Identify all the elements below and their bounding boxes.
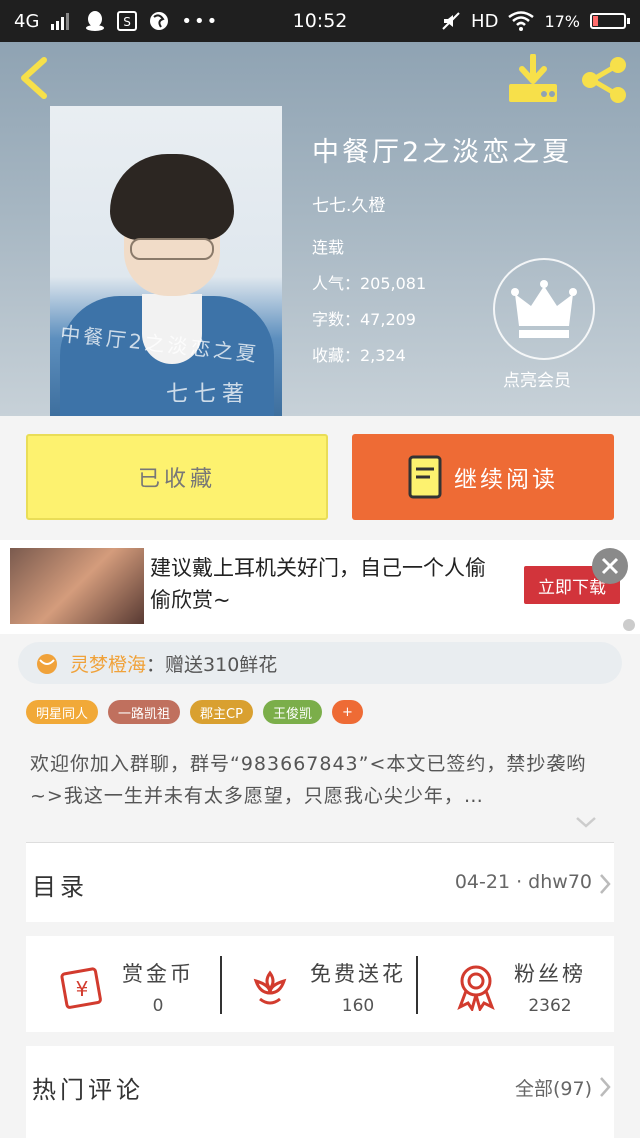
ad-text[interactable]: 建议戴上耳机关好门，自己一个人偷偷欣赏~ [150,552,500,616]
stat-value: 2362 [528,996,572,1016]
vip-crown-button[interactable] [493,258,595,360]
tag-add-button[interactable]: + [331,700,363,724]
stat-label: 粉丝榜 [514,962,586,986]
stat-free-flower[interactable]: 免费送花 160 [246,958,406,1016]
stat-fan-rank[interactable]: 粉丝榜 2362 [454,958,586,1016]
gift-bell-icon [37,654,57,674]
flower-icon [253,970,287,1005]
ad-close-button[interactable] [592,548,628,584]
book-icon [408,455,442,499]
more-icon: ••• [181,10,220,32]
comments-header[interactable]: 热门评论 全部(97) [26,1046,614,1138]
divider [220,956,222,1014]
share-icon[interactable] [578,54,630,106]
tag-item[interactable]: 一路凯祖 [108,700,181,724]
book-status: 连载 [312,238,345,257]
sogou-icon: S [117,11,138,31]
cover-figure-glasses [130,238,214,260]
ad-banner[interactable]: 建议戴上耳机关好门，自己一个人偷偷欣赏~ 立即下载 [0,540,640,634]
mute-icon [442,12,460,30]
expand-chevron-icon[interactable] [574,814,598,830]
book-header: 中餐厅2之淡恋之夏 七七著 中餐厅2之淡恋之夏 七七.久橙 连载 人气：205,… [0,42,640,416]
close-icon [601,557,619,575]
action-bar: 已收藏 继续阅读 [0,416,640,540]
comments-all-link[interactable]: 全部(97) [515,1074,592,1101]
stat-value: 160 [341,996,375,1016]
status-bar: 4G S ••• 10:52 HD 17% [0,0,640,42]
divider [416,956,418,1014]
gift-notice: 灵梦橙海 ：赠送310鲜花 [18,642,622,684]
favorited-button[interactable]: 已收藏 [26,434,328,520]
wifi-icon [508,11,535,31]
browser-icon [150,12,169,30]
continue-reading-label: 继续阅读 [454,467,558,493]
hd-label: HD [471,10,499,32]
ad-image[interactable] [10,548,144,624]
back-icon[interactable] [14,56,54,100]
gift-giver[interactable]: 灵梦橙海 [70,650,146,677]
vip-label[interactable]: 点亮会员 [503,366,571,391]
gift-text: ：赠送310鲜花 [146,653,278,676]
book-cover[interactable]: 中餐厅2之淡恋之夏 七七著 [50,106,282,416]
tag-item[interactable]: 明星同人 [26,700,99,724]
continue-reading-button[interactable]: 继续阅读 [352,434,614,520]
rank-medal-icon [457,965,495,1011]
stats-card: ¥ 赏金币 0 免费送花 160 粉丝榜 2362 [26,936,614,1032]
tag-item[interactable]: 王俊凯 [262,700,322,724]
battery-percent: 17% [544,11,580,31]
catalog-row[interactable]: 目录 04-21 · dhw70 [26,842,614,922]
cover-author-text: 七七著 [166,382,251,407]
favorited-label: 已收藏 [137,467,216,492]
cover-figure-hair [110,154,234,240]
stat-reward-coin[interactable]: ¥ 赏金币 0 [58,958,194,1016]
download-icon[interactable] [506,54,560,104]
qq-icon [86,11,105,31]
chevron-right-icon [600,874,611,894]
stat-value: 0 [152,996,164,1016]
battery-fill [593,16,598,26]
network-label: 4G [14,10,40,32]
signal-icon [51,13,70,30]
svg-text:¥: ¥ [76,977,89,1001]
crown-icon [511,280,577,338]
reward-coin-icon: ¥ [60,967,102,1009]
catalog-title: 目录 [32,873,88,901]
battery-icon [590,13,630,29]
chevron-right-icon [600,1077,611,1097]
stat-label: 赏金币 [122,962,194,986]
ad-mark-icon [623,619,635,631]
tag-list: 明星同人 一路凯祖 郡主CP 王俊凯 + [26,700,363,724]
tag-item[interactable]: 郡主CP [190,700,253,724]
stat-label: 免费送花 [310,962,406,986]
comments-title: 热门评论 [32,1076,144,1104]
book-description[interactable]: 欢迎你加入群聊，群号“983667843”<本文已签约，禁抄袭哟~>我这一生并未… [30,748,606,812]
book-author[interactable]: 七七.久橙 [312,191,572,216]
book-title: 中餐厅2之淡恋之夏 [312,137,573,168]
svg-text:S: S [124,15,132,29]
catalog-latest: 04-21 · dhw70 [454,871,592,893]
